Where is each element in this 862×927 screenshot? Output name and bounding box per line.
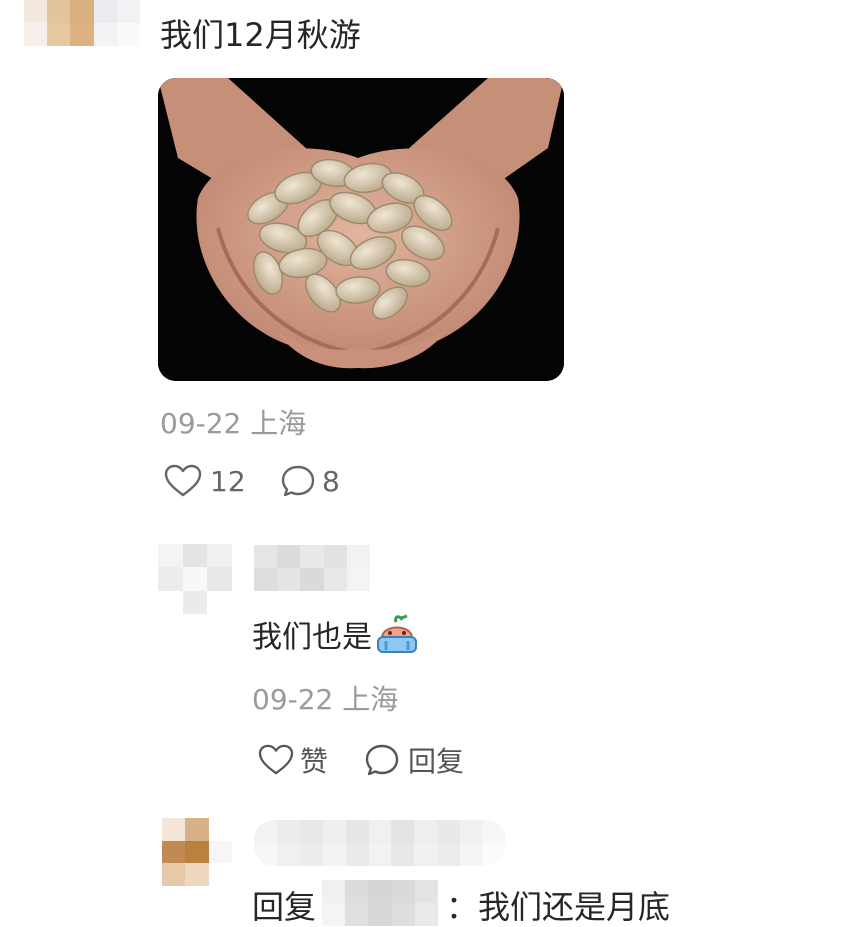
comment-bubble-icon [365, 744, 399, 776]
post-text: 我们12月秋游 [160, 16, 361, 54]
reply1-meta: 09-22 上海 [252, 683, 399, 716]
reply2-avatar[interactable] [162, 818, 232, 886]
reply1-reply-label: 回复 [408, 745, 465, 778]
post-meta: 09-22 上海 [160, 407, 307, 440]
comment-thread: 我们12月秋游 09-22 上海 12 8 我们也是 09-22 上海 赞 回复… [0, 0, 862, 927]
post-comment-button[interactable]: 8 [280, 464, 340, 498]
post-image-peanuts[interactable] [158, 78, 564, 381]
reply2-text: ：我们还是月底 [446, 888, 671, 926]
reply1-reply-button[interactable]: 回复 [364, 740, 464, 780]
reply1-text: 我们也是 [252, 612, 420, 656]
main-commenter-avatar[interactable] [24, 0, 140, 46]
reply1-text-content: 我们也是 [252, 620, 372, 655]
heart-icon [258, 744, 294, 775]
post-like-button[interactable]: 12 [164, 464, 246, 498]
peanuts-in-hands-image [158, 78, 564, 381]
post-comment-count: 8 [322, 464, 340, 498]
reply1-avatar[interactable] [158, 544, 232, 614]
reply1-like-label: 赞 [300, 745, 329, 778]
reply2-prefix: 回复 [252, 888, 317, 926]
reply1-username[interactable] [254, 545, 370, 591]
heart-icon [164, 464, 202, 497]
reply1-like-button[interactable]: 赞 [258, 740, 328, 780]
post-like-count: 12 [210, 464, 246, 498]
reply2-mention-username[interactable] [322, 880, 438, 926]
reply2-username[interactable] [254, 820, 506, 866]
comment-bubble-icon [281, 465, 315, 497]
crying-emoji-icon [377, 614, 417, 653]
